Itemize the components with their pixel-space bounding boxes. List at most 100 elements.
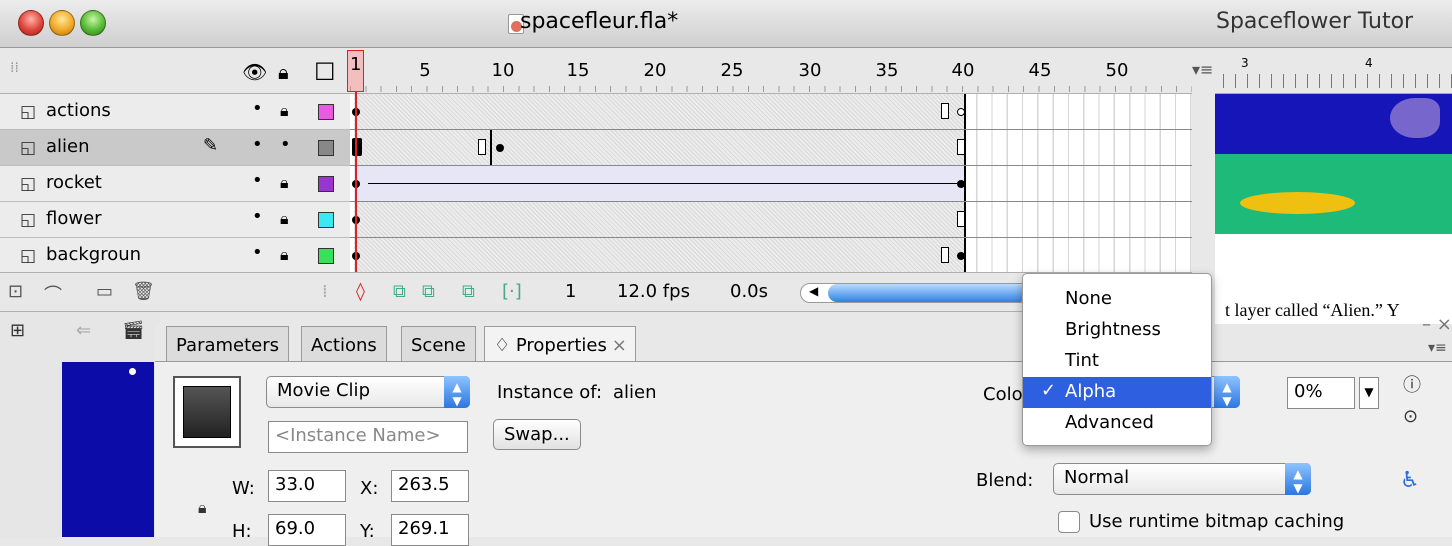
frame-number: 35 (875, 60, 899, 81)
visibility-dot[interactable]: • (252, 170, 263, 191)
trash-icon[interactable]: 🗑︎ (132, 281, 155, 302)
frame-end-marker[interactable] (478, 139, 487, 155)
frame-rate[interactable]: 12.0 fps (617, 281, 690, 302)
frame-end-marker[interactable] (941, 247, 950, 263)
menu-item-advanced[interactable]: Advanced (1023, 408, 1211, 439)
close-panel-icon[interactable]: – × (1422, 314, 1452, 335)
layer-color-swatch[interactable] (318, 248, 334, 264)
keyframe[interactable] (956, 108, 965, 116)
frame-span[interactable] (354, 238, 966, 273)
color-select-arrows-icon: ▲ ▼ (1214, 376, 1240, 408)
edit-icon[interactable]: ⊙ (1403, 406, 1418, 427)
keyframe[interactable] (956, 252, 965, 260)
instance-name-input[interactable]: <Instance Name> (268, 421, 468, 453)
new-layer-icon[interactable]: ⊡ (8, 281, 23, 302)
layer-track[interactable] (350, 238, 1192, 274)
center-frame-icon[interactable]: ◊ (356, 281, 365, 302)
lock-icon[interactable]: 🔒︎ (280, 101, 289, 121)
color-label: Colo (983, 384, 1023, 405)
lock-icon[interactable]: 🔒︎ (280, 245, 289, 265)
keyframe[interactable] (956, 180, 965, 188)
stage-tutorial-text: t layer called “Alien.” Y (1225, 300, 1400, 320)
help-icon[interactable]: ⓘ (1403, 371, 1421, 397)
layer-color-swatch[interactable] (318, 140, 334, 156)
symbol-type-select[interactable]: Movie Clip ▲ ▼ (266, 376, 470, 408)
panel-menu-icon[interactable]: ▾≡ (1428, 340, 1447, 356)
visibility-dot[interactable]: • (252, 242, 263, 263)
accessibility-icon[interactable]: ♿︎ (1400, 468, 1420, 493)
frame-span[interactable] (354, 94, 966, 129)
new-folder-icon[interactable]: ▭ (96, 281, 113, 302)
eye-icon[interactable]: 👁 (242, 60, 267, 84)
cache-checkbox[interactable] (1058, 511, 1080, 533)
y-field[interactable]: 269.1 (391, 514, 469, 546)
swap-button[interactable]: Swap... (493, 419, 581, 450)
close-window-button[interactable] (18, 10, 44, 36)
frame-span[interactable] (354, 202, 966, 237)
tab-parameters[interactable]: Parameters (166, 326, 290, 362)
frame-end-marker[interactable] (941, 103, 950, 119)
onion-skin-icon[interactable]: ⧉ (393, 281, 406, 302)
frame-span[interactable] (491, 130, 966, 165)
keyframe[interactable] (352, 138, 362, 156)
timeline-menu-icon[interactable]: ▾≡ (1192, 60, 1213, 79)
x-field[interactable]: 263.5 (391, 470, 469, 502)
layer-color-swatch[interactable] (318, 212, 334, 228)
height-field[interactable]: 69.0 (268, 514, 346, 546)
pencil-icon: ✎ (203, 135, 219, 156)
visibility-dot[interactable]: • (252, 134, 263, 155)
width-field[interactable]: 33.0 (268, 470, 346, 502)
menu-item-alpha[interactable]: ✓ Alpha (1023, 377, 1211, 408)
clapper-icon[interactable]: 🎬︎ (122, 320, 145, 341)
scrollbar-thumb[interactable] (828, 284, 1028, 302)
visibility-dot[interactable]: • (252, 98, 263, 119)
frame-number: 25 (720, 60, 744, 81)
layer-track[interactable] (350, 166, 1192, 202)
layer-row[interactable]: ◱ alien ✎ • • (0, 130, 350, 166)
minimize-window-button[interactable] (49, 10, 75, 36)
constrain-lock-icon[interactable]: 🔒︎ (198, 498, 207, 518)
alpha-field[interactable]: 0% (1287, 377, 1355, 409)
visibility-dot[interactable]: • (252, 206, 263, 227)
layer-color-swatch[interactable] (318, 176, 334, 192)
layer-track[interactable] (350, 202, 1192, 238)
onion-markers-icon[interactable]: [·] (502, 281, 522, 302)
tab-actions[interactable]: Actions (301, 326, 387, 362)
layer-row[interactable]: ◱ flower • 🔒︎ (0, 202, 350, 238)
layer-row[interactable]: ◱ actions • 🔒︎ (0, 94, 350, 130)
layer-track[interactable] (350, 130, 1192, 166)
tab-properties[interactable]: ♢ Properties × (484, 326, 636, 362)
lock-icon[interactable]: 🔒︎ (280, 173, 289, 193)
tab-scene[interactable]: Scene (401, 326, 476, 362)
layer-icon: ◱ (20, 246, 37, 266)
menu-item-brightness[interactable]: Brightness (1023, 315, 1211, 346)
keyframe[interactable] (495, 144, 504, 152)
outline-icon[interactable]: ☐ (314, 58, 336, 86)
frame-span[interactable] (354, 130, 492, 165)
splitter-icon[interactable]: ⁞ (322, 281, 328, 302)
zoom-window-button[interactable] (80, 10, 106, 36)
menu-item-none[interactable]: None (1023, 284, 1211, 315)
frame-end-marker[interactable] (956, 139, 965, 155)
frame-end-marker[interactable] (956, 211, 965, 227)
edit-scene-icon[interactable]: ⊞ (10, 320, 25, 341)
layer-track[interactable] (350, 94, 1192, 130)
drag-handle-icon[interactable]: ⁞⁞ (10, 60, 19, 76)
frame-ticks (350, 86, 1192, 92)
lock-icon[interactable]: 🔒︎ (280, 209, 289, 229)
layer-row[interactable]: ◱ backgroun • 🔒︎ (0, 238, 350, 274)
layer-row[interactable]: ◱ rocket • 🔒︎ (0, 166, 350, 202)
layer-color-swatch[interactable] (318, 104, 334, 120)
scroll-left-icon[interactable]: ◀ (809, 284, 818, 298)
back-arrow-icon[interactable]: ⇐ (76, 320, 91, 341)
menu-item-tint[interactable]: Tint (1023, 346, 1211, 377)
tween-arrow[interactable] (368, 183, 957, 184)
motion-guide-icon[interactable]: ⌒ (44, 281, 62, 307)
lock-dot[interactable]: • (280, 134, 291, 155)
edit-multiple-icon[interactable]: ⧉ (462, 281, 475, 302)
onion-outline-icon[interactable]: ⧉ (422, 281, 435, 302)
alpha-slider-button[interactable]: ▼ (1359, 377, 1379, 409)
lock-icon[interactable]: 🔒︎ (278, 60, 289, 84)
close-tab-icon[interactable]: × (612, 335, 627, 356)
blend-select[interactable]: Normal ▲ ▼ (1053, 463, 1311, 495)
